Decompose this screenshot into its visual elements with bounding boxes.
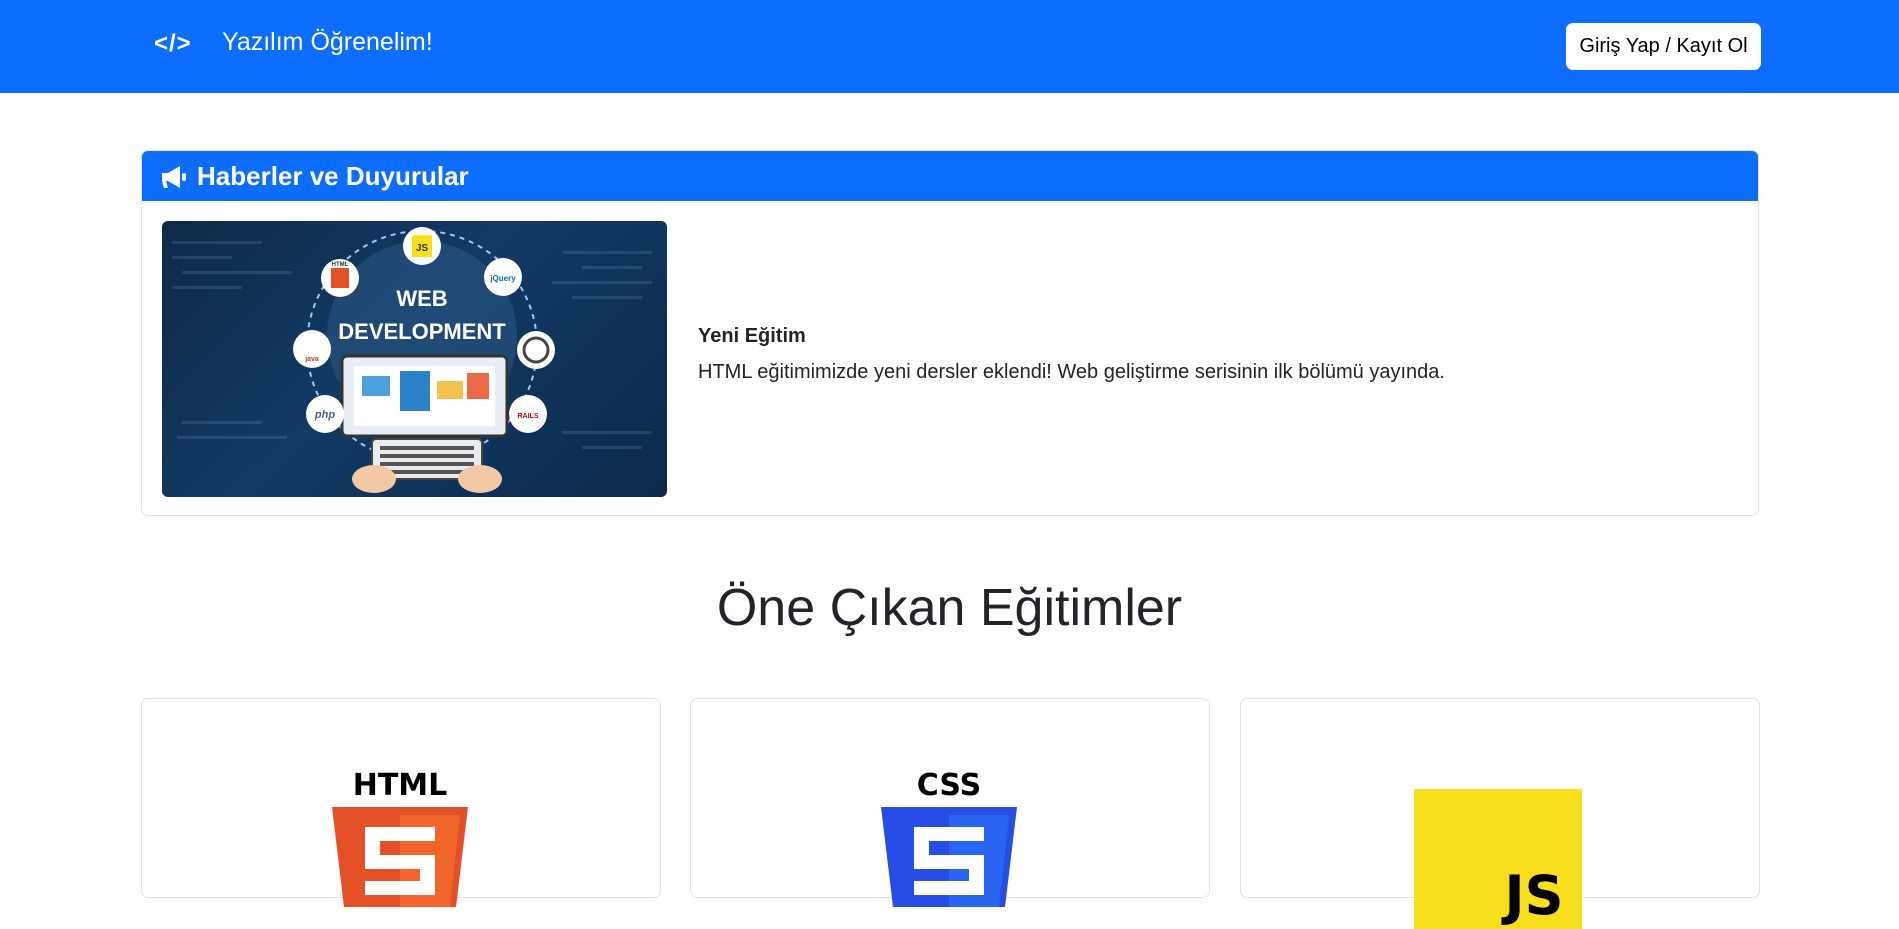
html-logo-icon: HTML <box>332 768 468 907</box>
badge-rails: RAILS <box>518 413 539 420</box>
course-card-js[interactable]: JS <box>1240 698 1760 929</box>
js-logo-icon: JS <box>1414 789 1582 929</box>
news-item-body: HTML eğitimimizde yeni dersler eklendi! … <box>698 361 1445 383</box>
news-card-header: Haberler ve Duyurular <box>142 151 1758 201</box>
image-text-development: DEVELOPMENT <box>338 319 506 344</box>
megaphone-icon <box>162 166 186 188</box>
login-register-button[interactable]: Giriş Yap / Kayıt Ol <box>1566 23 1761 70</box>
code-icon[interactable]: </> <box>154 30 192 58</box>
badge-js: JS <box>416 243 429 254</box>
course-card-html[interactable]: HTML <box>141 698 661 907</box>
news-header-title: Haberler ve Duyurular <box>197 161 469 191</box>
course-card-css[interactable]: CSS <box>690 698 1210 907</box>
news-item-title: Yeni Eğitim <box>698 325 806 347</box>
html-logo-text: HTML <box>353 768 448 803</box>
brand-title[interactable]: Yazılım Öğrenelim! <box>222 28 433 57</box>
news-card: Haberler ve Duyurular WEB DEVELOPMENT JS… <box>141 150 1759 516</box>
css-logo-icon: CSS <box>881 768 1017 907</box>
badge-jquery: jQuery <box>489 274 516 283</box>
navbar: </> Yazılım Öğrenelim! Giriş Yap / Kayıt… <box>0 0 1899 93</box>
badge-php: php <box>314 409 335 421</box>
image-text-web: WEB <box>396 286 447 311</box>
featured-courses-title: Öne Çıkan Eğitimler <box>716 579 1183 637</box>
badge-html: HTML <box>332 262 349 268</box>
js-logo-text: JS <box>1501 864 1564 927</box>
web-development-image: WEB DEVELOPMENT JS HTML jQuery java php … <box>162 221 667 497</box>
badge-java: java <box>304 356 319 363</box>
css-logo-text: CSS <box>917 768 981 803</box>
